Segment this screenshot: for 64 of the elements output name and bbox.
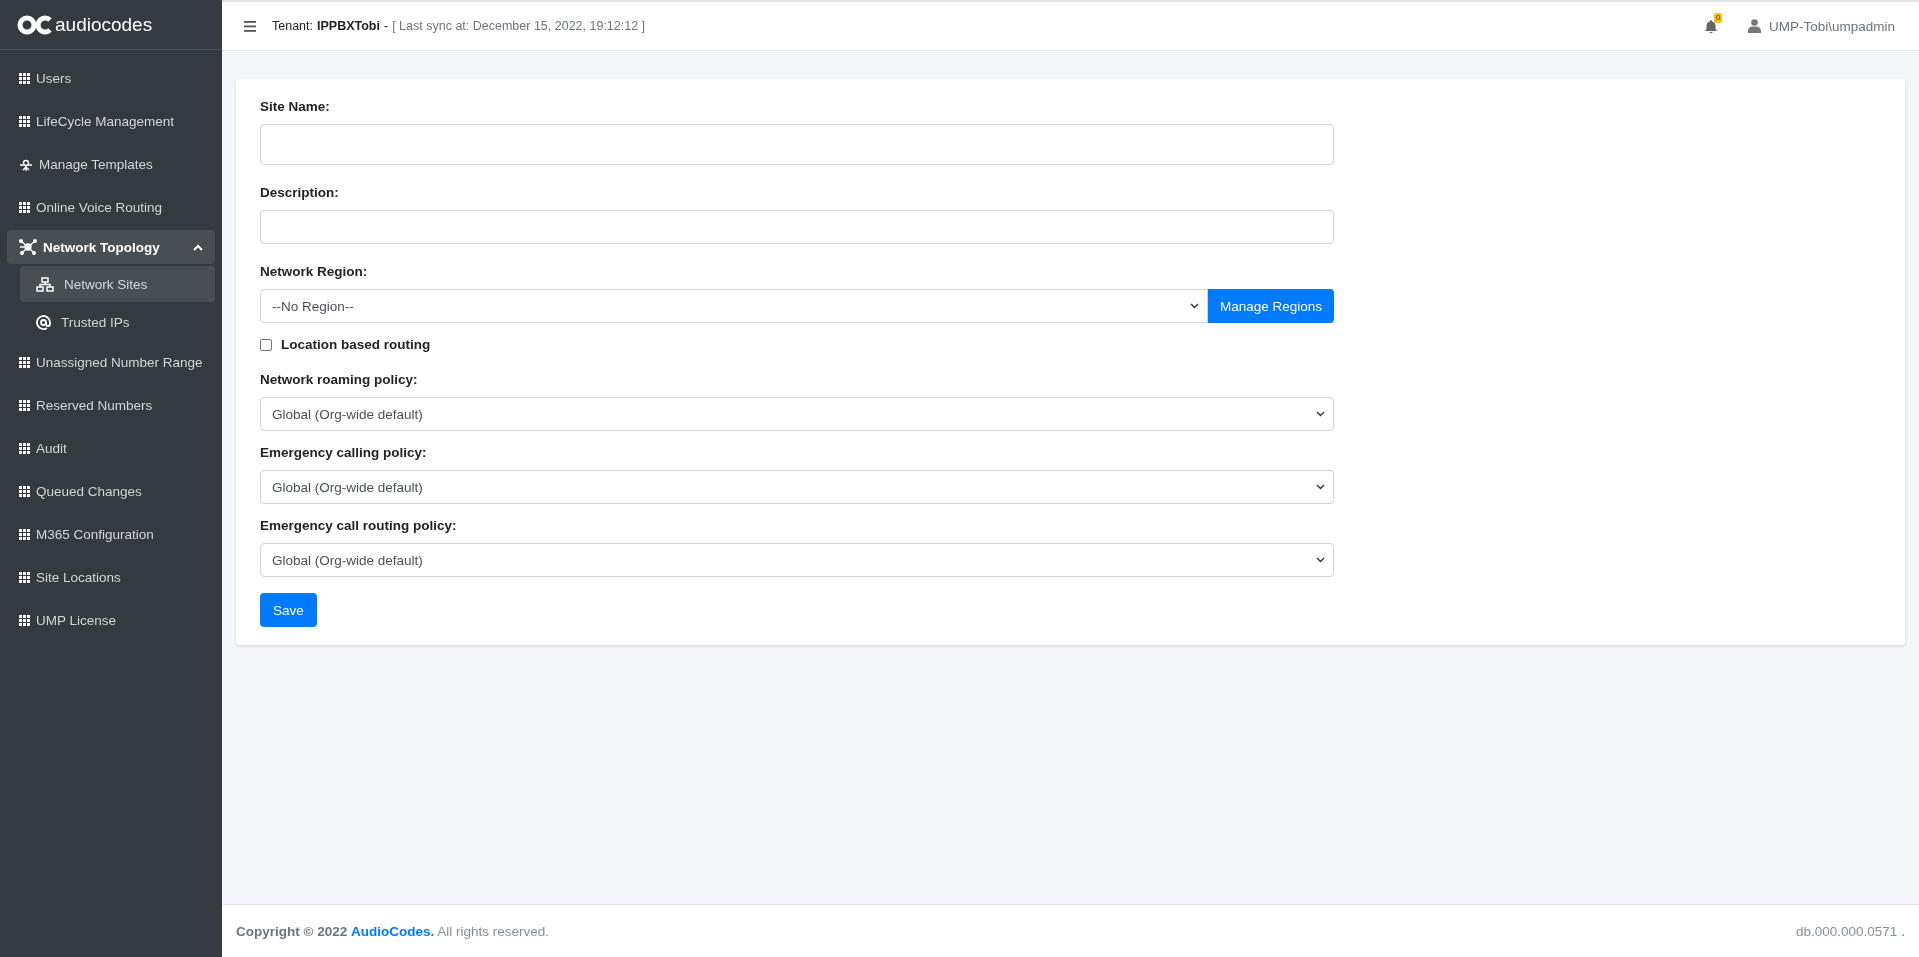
select-field[interactable]: --No Region-- bbox=[260, 289, 1208, 323]
sidebar-item[interactable]: Audit bbox=[7, 428, 215, 469]
chevron-down-icon bbox=[1316, 411, 1325, 417]
last-sync-text: [ Last sync at: December 15, 2022, 19:12:12 ] bbox=[392, 19, 646, 33]
text-field[interactable] bbox=[260, 210, 1334, 244]
sidebar-item[interactable]: Network Topology bbox=[7, 230, 215, 264]
sidebar-item[interactable]: Site Locations bbox=[7, 557, 215, 598]
grid-icon bbox=[19, 529, 30, 540]
company-link[interactable]: AudioCodes. bbox=[351, 923, 435, 939]
sidebar-item[interactable]: M365 Configuration bbox=[7, 514, 215, 555]
field-label: Emergency calling policy: bbox=[260, 445, 427, 460]
manage-regions-button[interactable]: Manage Regions bbox=[1207, 289, 1334, 323]
network-icon bbox=[19, 239, 37, 255]
copyright-text: Copyright © 2022 AudioCodes. All rights reserved. bbox=[236, 923, 550, 939]
figure-icon bbox=[19, 157, 33, 172]
sidebar-item[interactable]: Queued Changes bbox=[7, 471, 215, 512]
select-field[interactable]: Global (Org-wide default) bbox=[260, 470, 1334, 504]
caret-icon bbox=[193, 243, 203, 251]
notification-badge: 0 bbox=[1713, 12, 1723, 23]
user-icon bbox=[1747, 19, 1761, 33]
tenant-name: IPPBXTobi bbox=[317, 19, 380, 33]
grid-icon bbox=[19, 486, 30, 497]
tenant-label: Tenant: bbox=[272, 19, 313, 33]
field-label: Description: bbox=[260, 185, 339, 200]
user-name[interactable]: UMP-Tobi\umpadmin bbox=[1768, 18, 1895, 34]
checkbox-label: Location based routing bbox=[281, 337, 431, 352]
grid-icon bbox=[19, 202, 30, 213]
sidebar-subitem[interactable]: Network Sites bbox=[20, 266, 215, 302]
chevron-down-icon bbox=[1316, 557, 1325, 563]
grid-icon bbox=[19, 73, 30, 84]
sitemap-icon bbox=[36, 276, 54, 292]
grid-icon bbox=[19, 357, 30, 368]
grid-icon bbox=[19, 400, 30, 411]
grid-icon bbox=[19, 615, 30, 626]
sidebar-item[interactable]: Manage Templates bbox=[7, 144, 215, 185]
save-button[interactable]: Save bbox=[260, 593, 317, 627]
text-field[interactable] bbox=[260, 124, 1334, 165]
sidebar-item[interactable]: Online Voice Routing bbox=[7, 187, 215, 228]
field-label: Network roaming policy: bbox=[260, 372, 418, 387]
field-label: Network Region: bbox=[260, 264, 368, 279]
field-label: Emergency call routing policy: bbox=[260, 518, 457, 533]
field-label: Site Name: bbox=[260, 99, 330, 114]
sidebar-item[interactable]: UMP License bbox=[7, 600, 215, 641]
checkbox[interactable] bbox=[260, 338, 272, 351]
sidebar-item[interactable]: Users bbox=[7, 58, 215, 99]
sidebar-subitem[interactable]: Trusted IPs bbox=[20, 304, 215, 340]
grid-icon bbox=[19, 116, 30, 127]
logo-text: audiocodes bbox=[55, 13, 153, 36]
separator-text: - bbox=[384, 19, 389, 33]
at-sign-icon bbox=[36, 314, 51, 330]
sidebar-item[interactable]: Reserved Numbers bbox=[7, 385, 215, 426]
sidebar-item[interactable]: LifeCycle Management bbox=[7, 101, 215, 142]
select-field[interactable]: Global (Org-wide default) bbox=[260, 397, 1334, 431]
chevron-down-icon bbox=[1189, 303, 1199, 309]
version-dot: . bbox=[1901, 923, 1905, 939]
grid-icon bbox=[19, 443, 30, 454]
logo-mark-icon bbox=[17, 14, 53, 35]
grid-icon bbox=[19, 572, 30, 583]
chevron-down-icon bbox=[1316, 484, 1325, 490]
sidebar-item[interactable]: Unassigned Number Range bbox=[7, 342, 215, 383]
select-field[interactable]: Global (Org-wide default) bbox=[260, 543, 1334, 577]
version-text: db.000.000.0571 bbox=[1795, 923, 1898, 939]
bell-icon[interactable] bbox=[1703, 18, 1718, 34]
menu-icon[interactable] bbox=[244, 20, 256, 32]
